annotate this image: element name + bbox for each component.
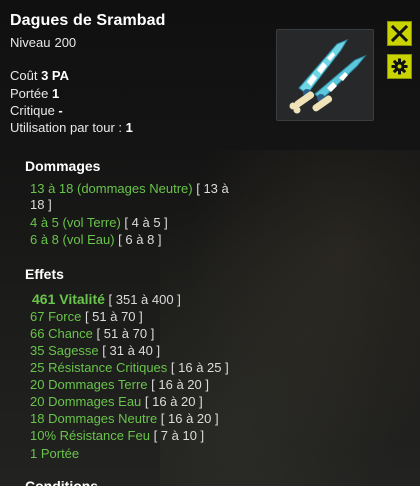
item-name: Dagues de Srambad [10,12,166,29]
critical-label: Critique [10,103,55,118]
effect-range: [ 16 à 20 ] [160,411,219,426]
effect-line: 67 Force [ 51 à 70 ] [30,309,143,325]
level-label: Niveau [10,35,51,50]
effect-value: 25 Résistance Critiques [30,360,168,375]
effects-section-header: Effets [25,266,64,282]
cost-value: 3 PA [41,68,70,83]
damage-range: [ 6 à 8 ] [118,232,162,247]
effect-value: 461 Vitalité [32,291,105,307]
critical-value: - [58,103,63,118]
range-line: Portée 1 [10,86,59,101]
damages-section-header: Dommages [25,158,101,174]
close-button[interactable] [387,21,412,46]
level-value: 200 [54,35,77,50]
effect-line: 20 Dommages Eau [ 16 à 20 ] [30,394,203,410]
effect-value: 10% Résistance Feu [30,428,150,443]
effect-range: [ 51 à 70 ] [84,309,143,324]
damage-value: 6 à 8 (vol Eau) [30,232,115,247]
effect-range: [ 16 à 25 ] [170,360,229,375]
close-icon [391,25,408,42]
effect-range: [ 51 à 70 ] [96,326,155,341]
item-tooltip-panel: Dagues de Srambad Niveau 200 Coût 3 PA Po… [0,0,420,486]
item-level: Niveau 200 [10,35,76,50]
damage-range: [ 4 à 5 ] [124,215,168,230]
range-value: 1 [51,86,60,101]
damage-line: 4 à 5 (vol Terre) [ 4 à 5 ] [30,215,168,231]
damage-value: 13 à 18 (dommages Neutre) [30,181,193,196]
uses-value: 1 [125,120,133,135]
cost-line: Coût 3 PA [10,68,69,83]
daggers-item-icon [289,38,367,114]
uses-label: Utilisation par tour : [10,120,122,135]
effect-line: 66 Chance [ 51 à 70 ] [30,326,154,342]
damage-range: [ 13 à [196,181,229,196]
effect-value: 35 Sagesse [30,343,99,358]
effect-value: 1 Portée [30,446,80,461]
item-image-frame [276,29,374,121]
damage-line: 6 à 8 (vol Eau) [ 6 à 8 ] [30,232,162,248]
effect-value: 67 Force [30,309,82,324]
effect-range: [ 16 à 20 ] [151,377,209,392]
damage-value: 4 à 5 (vol Terre) [30,215,121,230]
effect-range: [ 351 à 400 ] [108,292,181,307]
range-label: Portée [10,86,49,101]
effect-line: 461 Vitalité [ 351 à 400 ] [32,291,181,308]
damage-range-continuation: 18 ] [30,197,52,212]
critical-line: Critique - [10,103,63,118]
effect-value: 66 Chance [30,326,93,341]
conditions-section-header: Conditions [25,478,99,486]
cost-label: Coût [10,68,38,83]
gear-icon [391,58,408,75]
effect-value: 20 Dommages Terre [30,377,148,392]
settings-button[interactable] [387,54,412,79]
effect-line: 18 Dommages Neutre [ 16 à 20 ] [30,411,219,427]
damage-line-wrap: 18 ] [30,197,52,213]
effect-line: 20 Dommages Terre [ 16 à 20 ] [30,377,209,393]
effect-range: [ 16 à 20 ] [144,394,203,409]
damage-line: 13 à 18 (dommages Neutre) [ 13 à [30,181,229,197]
effect-line: 10% Résistance Feu [ 7 à 10 ] [30,428,204,444]
effect-value: 20 Dommages Eau [30,394,142,409]
effect-range: [ 31 à 40 ] [102,343,161,358]
effect-line: 35 Sagesse [ 31 à 40 ] [30,343,160,359]
effect-range: [ 7 à 10 ] [153,428,205,443]
effect-line: 25 Résistance Critiques [ 16 à 25 ] [30,360,229,376]
effect-value: 18 Dommages Neutre [30,411,158,426]
uses-per-turn-line: Utilisation par tour : 1 [10,120,133,135]
effect-line: 1 Portée [30,446,79,462]
